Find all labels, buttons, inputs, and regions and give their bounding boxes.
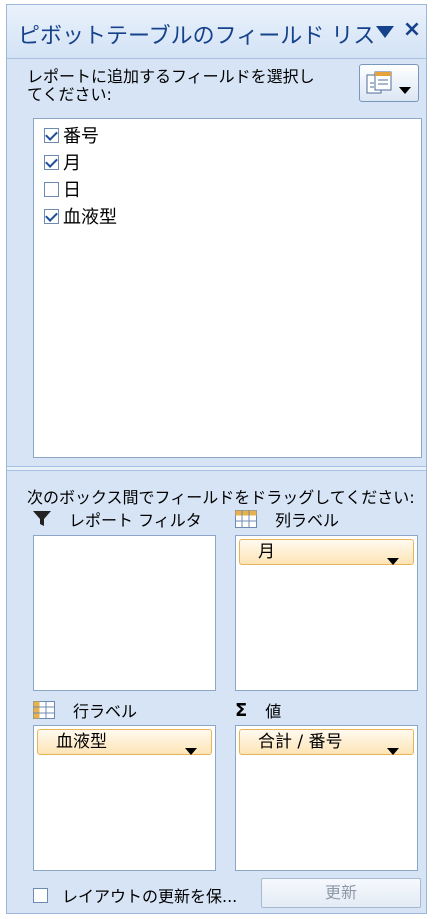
chip-label: 合計 / 番号 — [258, 732, 343, 752]
field-select-instruction: レポートに追加するフィールドを選択してください: — [27, 67, 315, 104]
chip-label: 血液型 — [56, 732, 107, 752]
value-field-chip-sum-number[interactable]: 合計 / 番号 — [239, 729, 414, 755]
column-labels-label-text: 列ラベル — [275, 511, 340, 530]
row-labels-label-text: 行ラベル — [73, 702, 138, 721]
pane-title: ピボットテーブルのフィールド リス — [18, 24, 376, 49]
row-labels-label: 行ラベル — [33, 698, 137, 722]
column-labels-drop-area[interactable]: 月 — [235, 535, 418, 691]
pivot-field-list-pane: ピボットテーブルのフィールド リス × レポートに追加するフィールドを選択してく… — [6, 4, 427, 914]
values-label: Σ 値 — [235, 698, 281, 722]
pane-splitter[interactable] — [7, 466, 426, 471]
field-item-day[interactable]: 日 — [44, 176, 81, 202]
update-button[interactable]: 更新 — [261, 878, 421, 908]
field-label: 日 — [63, 180, 81, 201]
sigma-icon: Σ — [235, 699, 248, 721]
chevron-down-icon[interactable] — [387, 549, 399, 573]
pane-title-bar[interactable]: ピボットテーブルのフィールド リス × — [7, 5, 426, 59]
values-drop-area[interactable]: 合計 / 番号 — [235, 725, 418, 871]
field-checkbox[interactable] — [44, 181, 59, 197]
field-layout-button[interactable] — [359, 64, 419, 102]
filter-funnel-icon — [33, 511, 51, 527]
field-list-box: 番号 月 日 血液型 — [33, 118, 422, 458]
field-item-number[interactable]: 番号 — [44, 122, 99, 148]
column-labels-label: 列ラベル — [235, 507, 339, 531]
field-checkbox[interactable] — [44, 208, 59, 224]
report-filter-label: レポート フィルタ — [33, 507, 202, 531]
row-labels-drop-area[interactable]: 血液型 — [33, 725, 216, 871]
chevron-down-icon[interactable] — [387, 739, 399, 763]
row-grid-icon — [33, 701, 55, 719]
chip-label: 月 — [258, 542, 275, 562]
field-item-blood-type[interactable]: 血液型 — [44, 203, 117, 229]
close-icon[interactable]: × — [401, 17, 423, 43]
field-item-month[interactable]: 月 — [44, 149, 81, 175]
defer-layout-update[interactable]: レイアウトの更新を保... — [33, 883, 237, 907]
area-drag-instruction: 次のボックス間でフィールドをドラッグしてください: — [27, 488, 415, 507]
field-label: 月 — [63, 153, 81, 174]
column-field-chip-month[interactable]: 月 — [239, 539, 414, 565]
chevron-down-icon — [399, 80, 411, 99]
report-filter-label-text: レポート フィルタ — [69, 511, 202, 530]
row-field-chip-blood-type[interactable]: 血液型 — [37, 729, 212, 755]
field-label: 番号 — [63, 126, 99, 147]
values-label-text: 値 — [265, 702, 282, 721]
report-filter-drop-area[interactable] — [33, 535, 216, 691]
field-label: 血液型 — [63, 207, 117, 228]
field-layout-icon — [366, 71, 392, 99]
chevron-down-icon[interactable] — [185, 739, 197, 763]
defer-layout-checkbox[interactable] — [33, 887, 48, 903]
defer-layout-label: レイアウトの更新を保... — [62, 887, 238, 906]
pane-options-dropdown-icon[interactable] — [373, 20, 397, 44]
field-checkbox[interactable] — [44, 127, 59, 143]
column-grid-icon — [235, 510, 257, 528]
field-checkbox[interactable] — [44, 154, 59, 170]
